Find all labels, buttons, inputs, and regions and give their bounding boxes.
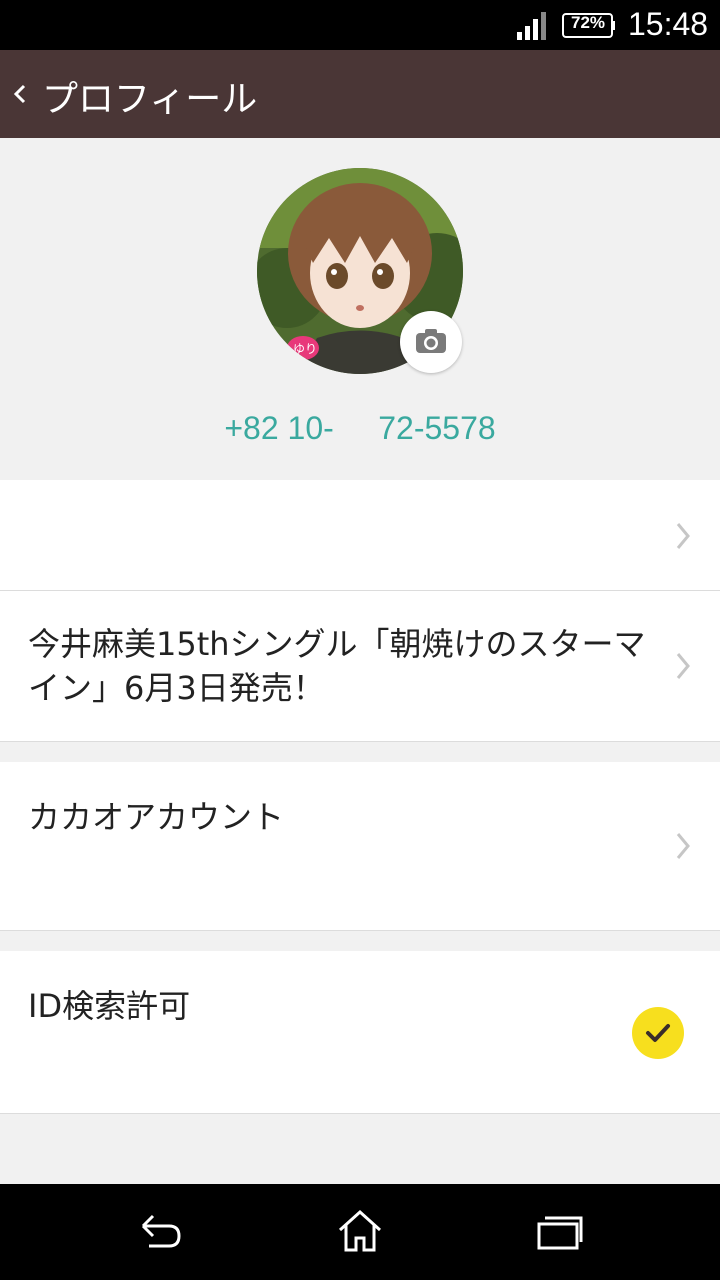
status-message-row[interactable]: 今井麻美15thシングル「朝焼けのスターマイン」6月3日発売！ — [0, 591, 720, 742]
status-bar: 72% 15:48 — [0, 0, 720, 50]
signal-icon — [517, 12, 546, 40]
phone-number: +82 10- 72-5578 — [224, 410, 496, 446]
name-row[interactable] — [0, 480, 720, 591]
section-divider — [0, 742, 720, 762]
camera-button[interactable] — [400, 311, 462, 373]
recent-apps-icon[interactable] — [535, 1208, 585, 1254]
status-message-text: 今井麻美15thシングル「朝焼けのスターマイン」6月3日発売！ — [28, 625, 646, 707]
kakao-account-row[interactable]: カカオアカウント — [0, 762, 720, 931]
battery-level: 72% — [570, 13, 606, 32]
page-title[interactable]: プロフィール — [42, 70, 257, 122]
chevron-right-icon — [676, 833, 690, 859]
id-search-checkbox[interactable] — [632, 1007, 684, 1059]
svg-text:ゆり: ゆり — [293, 342, 317, 356]
clock: 15:48 — [628, 6, 709, 42]
id-search-row[interactable]: ID検索許可 — [0, 951, 720, 1114]
chevron-right-icon — [676, 653, 690, 679]
back-icon[interactable] — [135, 1208, 185, 1254]
app-bar: プロフィール — [0, 50, 720, 138]
back-chevron-icon[interactable] — [10, 78, 30, 110]
section-divider — [0, 931, 720, 951]
camera-icon — [416, 329, 446, 353]
profile-header: ゆり +82 10- 72-5578 — [0, 138, 720, 480]
chevron-right-icon — [676, 523, 690, 549]
navigation-bar — [0, 1184, 720, 1280]
home-icon[interactable] — [335, 1208, 385, 1254]
id-search-label: ID検索許可 — [28, 987, 191, 1025]
checkmark-icon — [646, 1024, 670, 1042]
kakao-account-label: カカオアカウント — [28, 798, 285, 836]
